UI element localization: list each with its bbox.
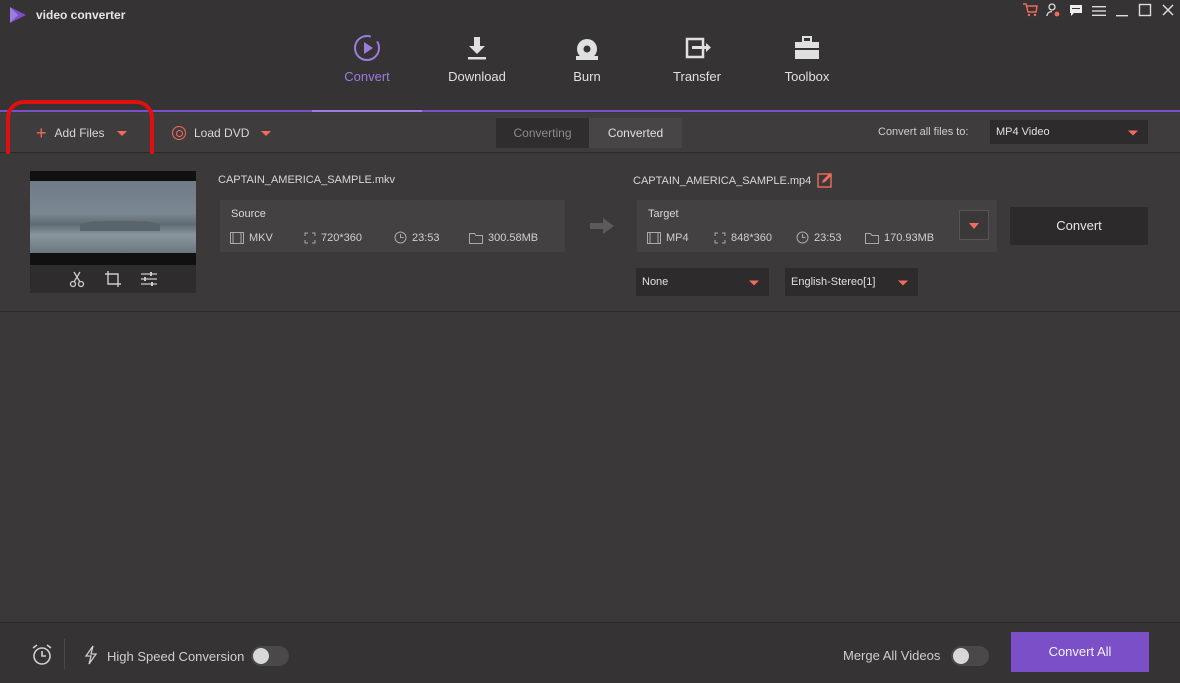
source-stats: MKV 720*360 23:53 300.58MB — [230, 231, 538, 244]
chevron-down-icon — [898, 280, 908, 286]
chevron-down-icon[interactable] — [261, 130, 272, 136]
download-icon — [468, 37, 486, 60]
merge-label: Merge All Videos — [843, 648, 941, 663]
chevron-down-icon — [1128, 130, 1138, 136]
audio-track-value: English-Stereo[1] — [791, 276, 876, 288]
film-icon — [230, 231, 244, 244]
nav-burn-label: Burn — [573, 69, 601, 84]
target-size: 170.93MB — [884, 231, 935, 244]
cart-icon[interactable] — [1018, 3, 1041, 23]
nav-download-label: Download — [448, 69, 506, 84]
nav-toolbox[interactable]: Toolbox — [752, 28, 862, 110]
convert-all-to-label: Convert all files to: — [878, 126, 969, 138]
target-format-dropdown[interactable] — [959, 210, 989, 240]
nav-convert-label: Convert — [344, 69, 390, 84]
convert-icon — [354, 35, 380, 61]
alarm-clock-icon[interactable] — [30, 643, 54, 667]
arrow-right-icon — [590, 218, 614, 234]
tab-converting[interactable]: Converting — [496, 118, 589, 148]
main-nav: Convert Download Burn Transfer Toolbox — [312, 28, 862, 112]
footer-bar: High Speed Conversion Merge All Videos C… — [0, 622, 1180, 683]
subtitle-value: None — [642, 276, 669, 288]
chevron-down-icon — [969, 223, 979, 229]
app-logo-icon — [10, 7, 26, 23]
thumbnail-image — [30, 181, 196, 253]
chevron-down-icon — [749, 280, 759, 286]
source-resolution: 720*360 — [321, 231, 362, 244]
menu-icon[interactable] — [1087, 3, 1110, 23]
status-tabs: Converting Converted — [496, 118, 682, 148]
folder-icon — [865, 232, 879, 244]
resolution-icon — [714, 232, 726, 243]
target-info-box: Target MP4 848*360 23:53 170.93MB — [637, 200, 997, 252]
transfer-icon — [685, 37, 711, 59]
source-format: MKV — [249, 231, 273, 244]
convert-all-button[interactable]: Convert All — [1011, 632, 1149, 672]
source-duration: 23:53 — [412, 231, 440, 244]
merge-toggle[interactable] — [951, 646, 989, 666]
divider — [64, 639, 65, 669]
edit-icon[interactable] — [817, 172, 833, 188]
close-icon[interactable] — [1156, 3, 1179, 23]
load-dvd-label: Load DVD — [194, 126, 250, 140]
maximize-icon[interactable] — [1133, 3, 1156, 23]
dvd-icon — [172, 126, 186, 140]
nav-burn[interactable]: Burn — [532, 28, 642, 110]
high-speed-toggle[interactable] — [251, 646, 289, 666]
source-size: 300.58MB — [488, 231, 539, 244]
target-duration: 23:53 — [814, 231, 842, 244]
chat-icon[interactable] — [1064, 3, 1087, 23]
target-stats: MP4 848*360 23:53 170.93MB — [647, 231, 934, 244]
film-icon — [647, 231, 661, 244]
folder-icon — [469, 232, 483, 244]
minimize-icon[interactable] — [1110, 3, 1133, 23]
effects-icon[interactable] — [139, 269, 159, 289]
nav-transfer[interactable]: Transfer — [642, 28, 752, 110]
nav-toolbox-label: Toolbox — [784, 69, 830, 84]
clock-icon — [796, 231, 809, 244]
crop-icon[interactable] — [103, 269, 123, 289]
app-title: video converter — [36, 8, 126, 22]
target-format: MP4 — [666, 231, 689, 244]
scissors-icon[interactable] — [67, 269, 87, 289]
source-header: Source — [231, 208, 266, 220]
load-dvd-button[interactable]: Load DVD — [172, 113, 272, 153]
subtitle-select[interactable]: None — [636, 268, 769, 296]
target-header: Target — [648, 208, 679, 220]
nav-convert[interactable]: Convert — [312, 28, 422, 112]
title-bar: video converter Convert Download Burn Tr… — [0, 0, 1180, 112]
output-format-select[interactable]: MP4 Video — [990, 120, 1148, 144]
resolution-icon — [304, 232, 316, 243]
convert-button[interactable]: Convert — [1010, 207, 1148, 245]
nav-download[interactable]: Download — [422, 28, 532, 110]
burn-icon — [576, 39, 598, 60]
user-icon[interactable] — [1041, 3, 1064, 23]
window-controls — [1018, 3, 1179, 23]
toolbox-icon — [795, 36, 819, 59]
high-speed-label: High Speed Conversion — [107, 649, 245, 664]
video-thumbnail[interactable] — [30, 171, 196, 293]
clock-icon — [394, 231, 407, 244]
target-resolution: 848*360 — [731, 231, 772, 244]
audio-track-select[interactable]: English-Stereo[1] — [785, 268, 918, 296]
source-filename: CAPTAIN_AMERICA_SAMPLE.mkv — [218, 174, 396, 186]
output-format-value: MP4 Video — [996, 126, 1050, 138]
source-info-box: Source MKV 720*360 23:53 300.58MB — [220, 200, 565, 252]
lightning-icon — [84, 645, 98, 665]
tab-converted[interactable]: Converted — [589, 118, 682, 148]
toolbar: + Add Files Load DVD Converting Converte… — [0, 113, 1180, 153]
thumbnail-tools — [30, 265, 196, 293]
target-filename: CAPTAIN_AMERICA_SAMPLE.mp4 — [633, 175, 812, 187]
nav-transfer-label: Transfer — [673, 69, 721, 84]
